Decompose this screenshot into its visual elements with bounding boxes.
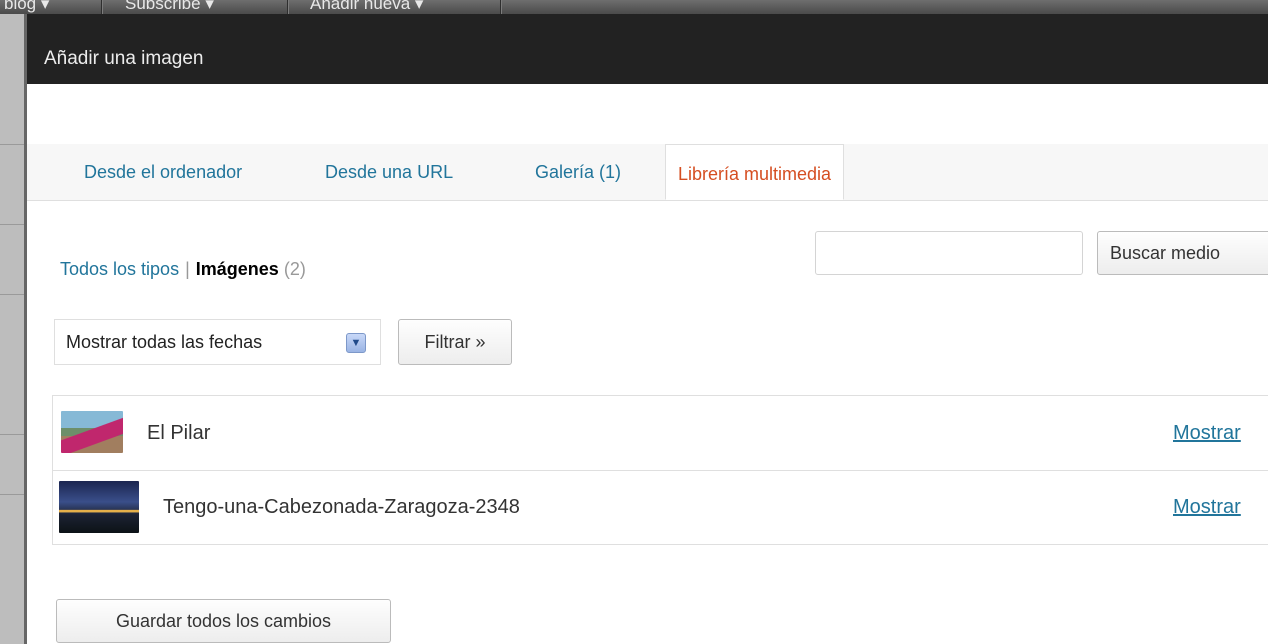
date-filter-selected-value: Mostrar todas las fechas [66, 332, 263, 352]
filter-images-link[interactable]: Imágenes [196, 259, 279, 279]
filter-images-count: (2) [283, 259, 306, 279]
filter-all-types-link[interactable]: Todos los tipos [60, 259, 179, 279]
media-item: Tengo-una-Cabezonada-Zaragoza-2348 Mostr… [53, 470, 1268, 545]
chevron-down-icon[interactable]: ▼ [346, 333, 366, 353]
media-list: El Pilar Mostrar Tengo-una-Cabezonada-Za… [52, 395, 1268, 545]
sidebar-divider [0, 224, 27, 225]
tab-gallery[interactable]: Galería (1) [535, 158, 621, 186]
admin-bar-divider [287, 0, 288, 14]
tab-media-library[interactable]: Librería multimedia [665, 144, 845, 200]
modal-header [27, 44, 1268, 84]
tab-from-url[interactable]: Desde una URL [325, 158, 453, 186]
admin-bar: blog ▾ Subscribe ▾ Añadir nueva ▾ [0, 0, 1268, 14]
admin-bar-item-blog[interactable]: blog ▾ [4, 0, 49, 14]
admin-bar-item-subscribe[interactable]: Subscribe ▾ [125, 0, 214, 14]
media-item: El Pilar Mostrar [53, 396, 1268, 470]
search-media-button[interactable]: Buscar medio [1097, 231, 1268, 275]
sidebar-divider [0, 294, 27, 295]
modal-title: Añadir una imagen [44, 48, 204, 69]
add-image-modal: Añadir una imagen Desde el ordenador Des… [27, 14, 1268, 644]
background-admin-sidebar [0, 14, 27, 644]
save-all-changes-button[interactable]: Guardar todos los cambios [56, 599, 391, 643]
sidebar-divider [0, 434, 27, 435]
sidebar-divider [0, 494, 27, 495]
admin-bar-divider [101, 0, 102, 14]
media-tabs: Desde el ordenador Desde una URL Galería… [27, 144, 1268, 201]
tab-from-computer[interactable]: Desde el ordenador [84, 158, 242, 186]
media-item-title: El Pilar [147, 422, 211, 444]
media-item-show-link[interactable]: Mostrar [1173, 419, 1241, 447]
media-thumbnail [61, 411, 123, 453]
media-item-show-link[interactable]: Mostrar [1173, 493, 1241, 521]
search-media-input[interactable] [815, 231, 1083, 275]
admin-bar-item-add-new[interactable]: Añadir nueva ▾ [310, 0, 423, 14]
sidebar-divider [0, 144, 27, 145]
type-filter-links: Todos los tipos | Imágenes (2) [60, 259, 306, 280]
media-thumbnail [59, 481, 139, 533]
admin-bar-divider [500, 0, 501, 14]
filter-button[interactable]: Filtrar » [398, 319, 512, 365]
date-filter-select[interactable]: Mostrar todas las fechas ▼ [54, 319, 381, 365]
modal-header-bar [27, 14, 1268, 44]
filter-separator: | [185, 259, 190, 279]
media-item-title: Tengo-una-Cabezonada-Zaragoza-2348 [163, 496, 520, 518]
